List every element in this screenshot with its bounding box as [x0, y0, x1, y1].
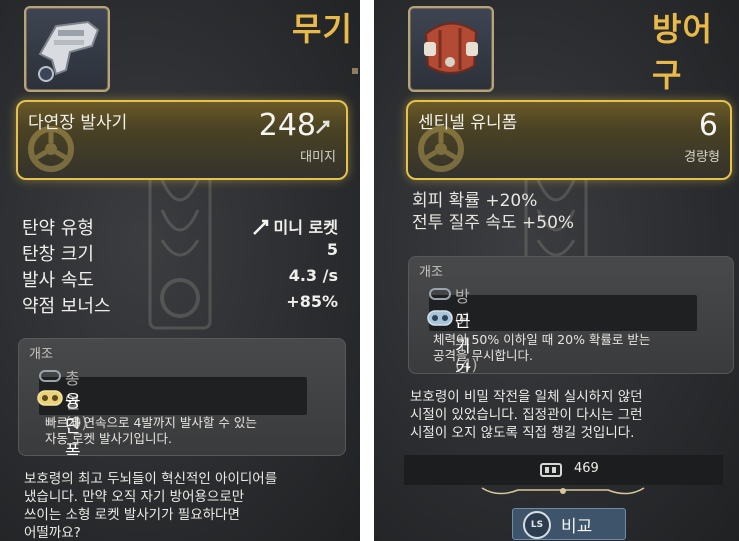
currency-icon [540, 463, 562, 477]
weapon-name: 다연장 발사기 [28, 113, 128, 133]
stat-row-magazine-size: 탄창 크기 5 [22, 240, 338, 266]
weight-value: 6 [698, 108, 718, 143]
mods-header: 개조 [29, 347, 53, 362]
mod-type-icon [37, 390, 63, 406]
compare-label: 비교 [561, 517, 593, 537]
compare-button[interactable]: LS 비교 [512, 508, 626, 540]
panel-edge-marker [352, 68, 358, 74]
stat-row-ammo-type: 탄약 유형 미니 로켓 [22, 214, 338, 240]
armor-perk-sprint: 전투 질주 속도 +50% [412, 213, 575, 233]
stat-label: 탄창 크기 [22, 244, 94, 265]
armor-slot-icon [429, 288, 451, 300]
armor-lore-text: 보호령이 비밀 작전을 일체 실시하지 않던 시절이 있었습니다. 집정관이 다… [410, 389, 643, 441]
stat-row-fire-rate: 발사 속도 4.3 /s [22, 266, 338, 292]
stat-row-weakspot-bonus: 약점 보너스 +85% [22, 292, 338, 318]
mini-rocket-icon [252, 219, 268, 235]
price-bar: 469 [404, 455, 723, 485]
weapon-title-card: 다연장 발사기 248 대미지 [16, 100, 348, 180]
armor-tab-title: 방어구 [652, 10, 713, 94]
stat-label: 발사 속도 [22, 270, 94, 291]
armor-name: 센티넬 유니폼 [418, 113, 518, 133]
weapon-thumbnail[interactable] [24, 6, 110, 92]
armor-panel: 방어구 센티넬 유니폼 6 경량형 회피 확률 +20% 전투 질주 속도 +5… [374, 0, 739, 541]
weight-label: 경량형 [684, 150, 720, 165]
mod-description: 체력이 50% 이하일 때 20% 확률로 받는 공격을 무시합니다. [433, 332, 651, 363]
stat-label: 약점 보너스 [22, 296, 111, 317]
barrel-slot-icon [39, 370, 61, 382]
mod-type-icon [427, 310, 453, 326]
stat-value: 미니 로켓 [252, 214, 338, 238]
damage-label: 대미지 [300, 150, 336, 165]
weapon-panel: 무기 다연장 발사기 248 대미지 탄약 유형 미니 로켓 탄창 크기 5 발… [0, 0, 360, 541]
stat-value: +85% [286, 292, 338, 311]
armor-thumbnail[interactable] [408, 6, 494, 92]
ls-button-icon: LS [523, 511, 551, 539]
rocket-launcher-icon [38, 20, 100, 82]
armor-title-card: 센티넬 유니폼 6 경량형 [406, 100, 732, 180]
damage-value: 248 [258, 108, 316, 143]
armor-mods-box: 개조 방어구 (4) 끈기 강화 재료 체력이 50% 이하일 때 20% 확률… [408, 256, 734, 374]
stat-value: 4.3 /s [288, 266, 338, 285]
mod-description: 빠르게 연속으로 4발까지 발사할 수 있는 자동 로켓 발사기입니다. [45, 415, 257, 446]
price-value: 469 [574, 461, 599, 476]
ornament-divider [481, 487, 645, 495]
weapon-tab-title: 무기 [292, 10, 353, 48]
armor-vest-icon [424, 22, 478, 74]
damage-icon [316, 120, 330, 134]
weapon-lore-text: 보호령의 최고 두뇌들이 혁신적인 아이디어를 냈습니다. 만약 오직 자기 방… [24, 471, 278, 541]
mods-header: 개조 [419, 265, 443, 280]
stat-label: 탄약 유형 [22, 218, 94, 239]
stat-value: 5 [326, 240, 338, 259]
weapon-mods-box: 개조 총열 (0) 융단폭격 빠르게 연속으로 4발까지 발사할 수 있는 자동… [18, 338, 346, 456]
